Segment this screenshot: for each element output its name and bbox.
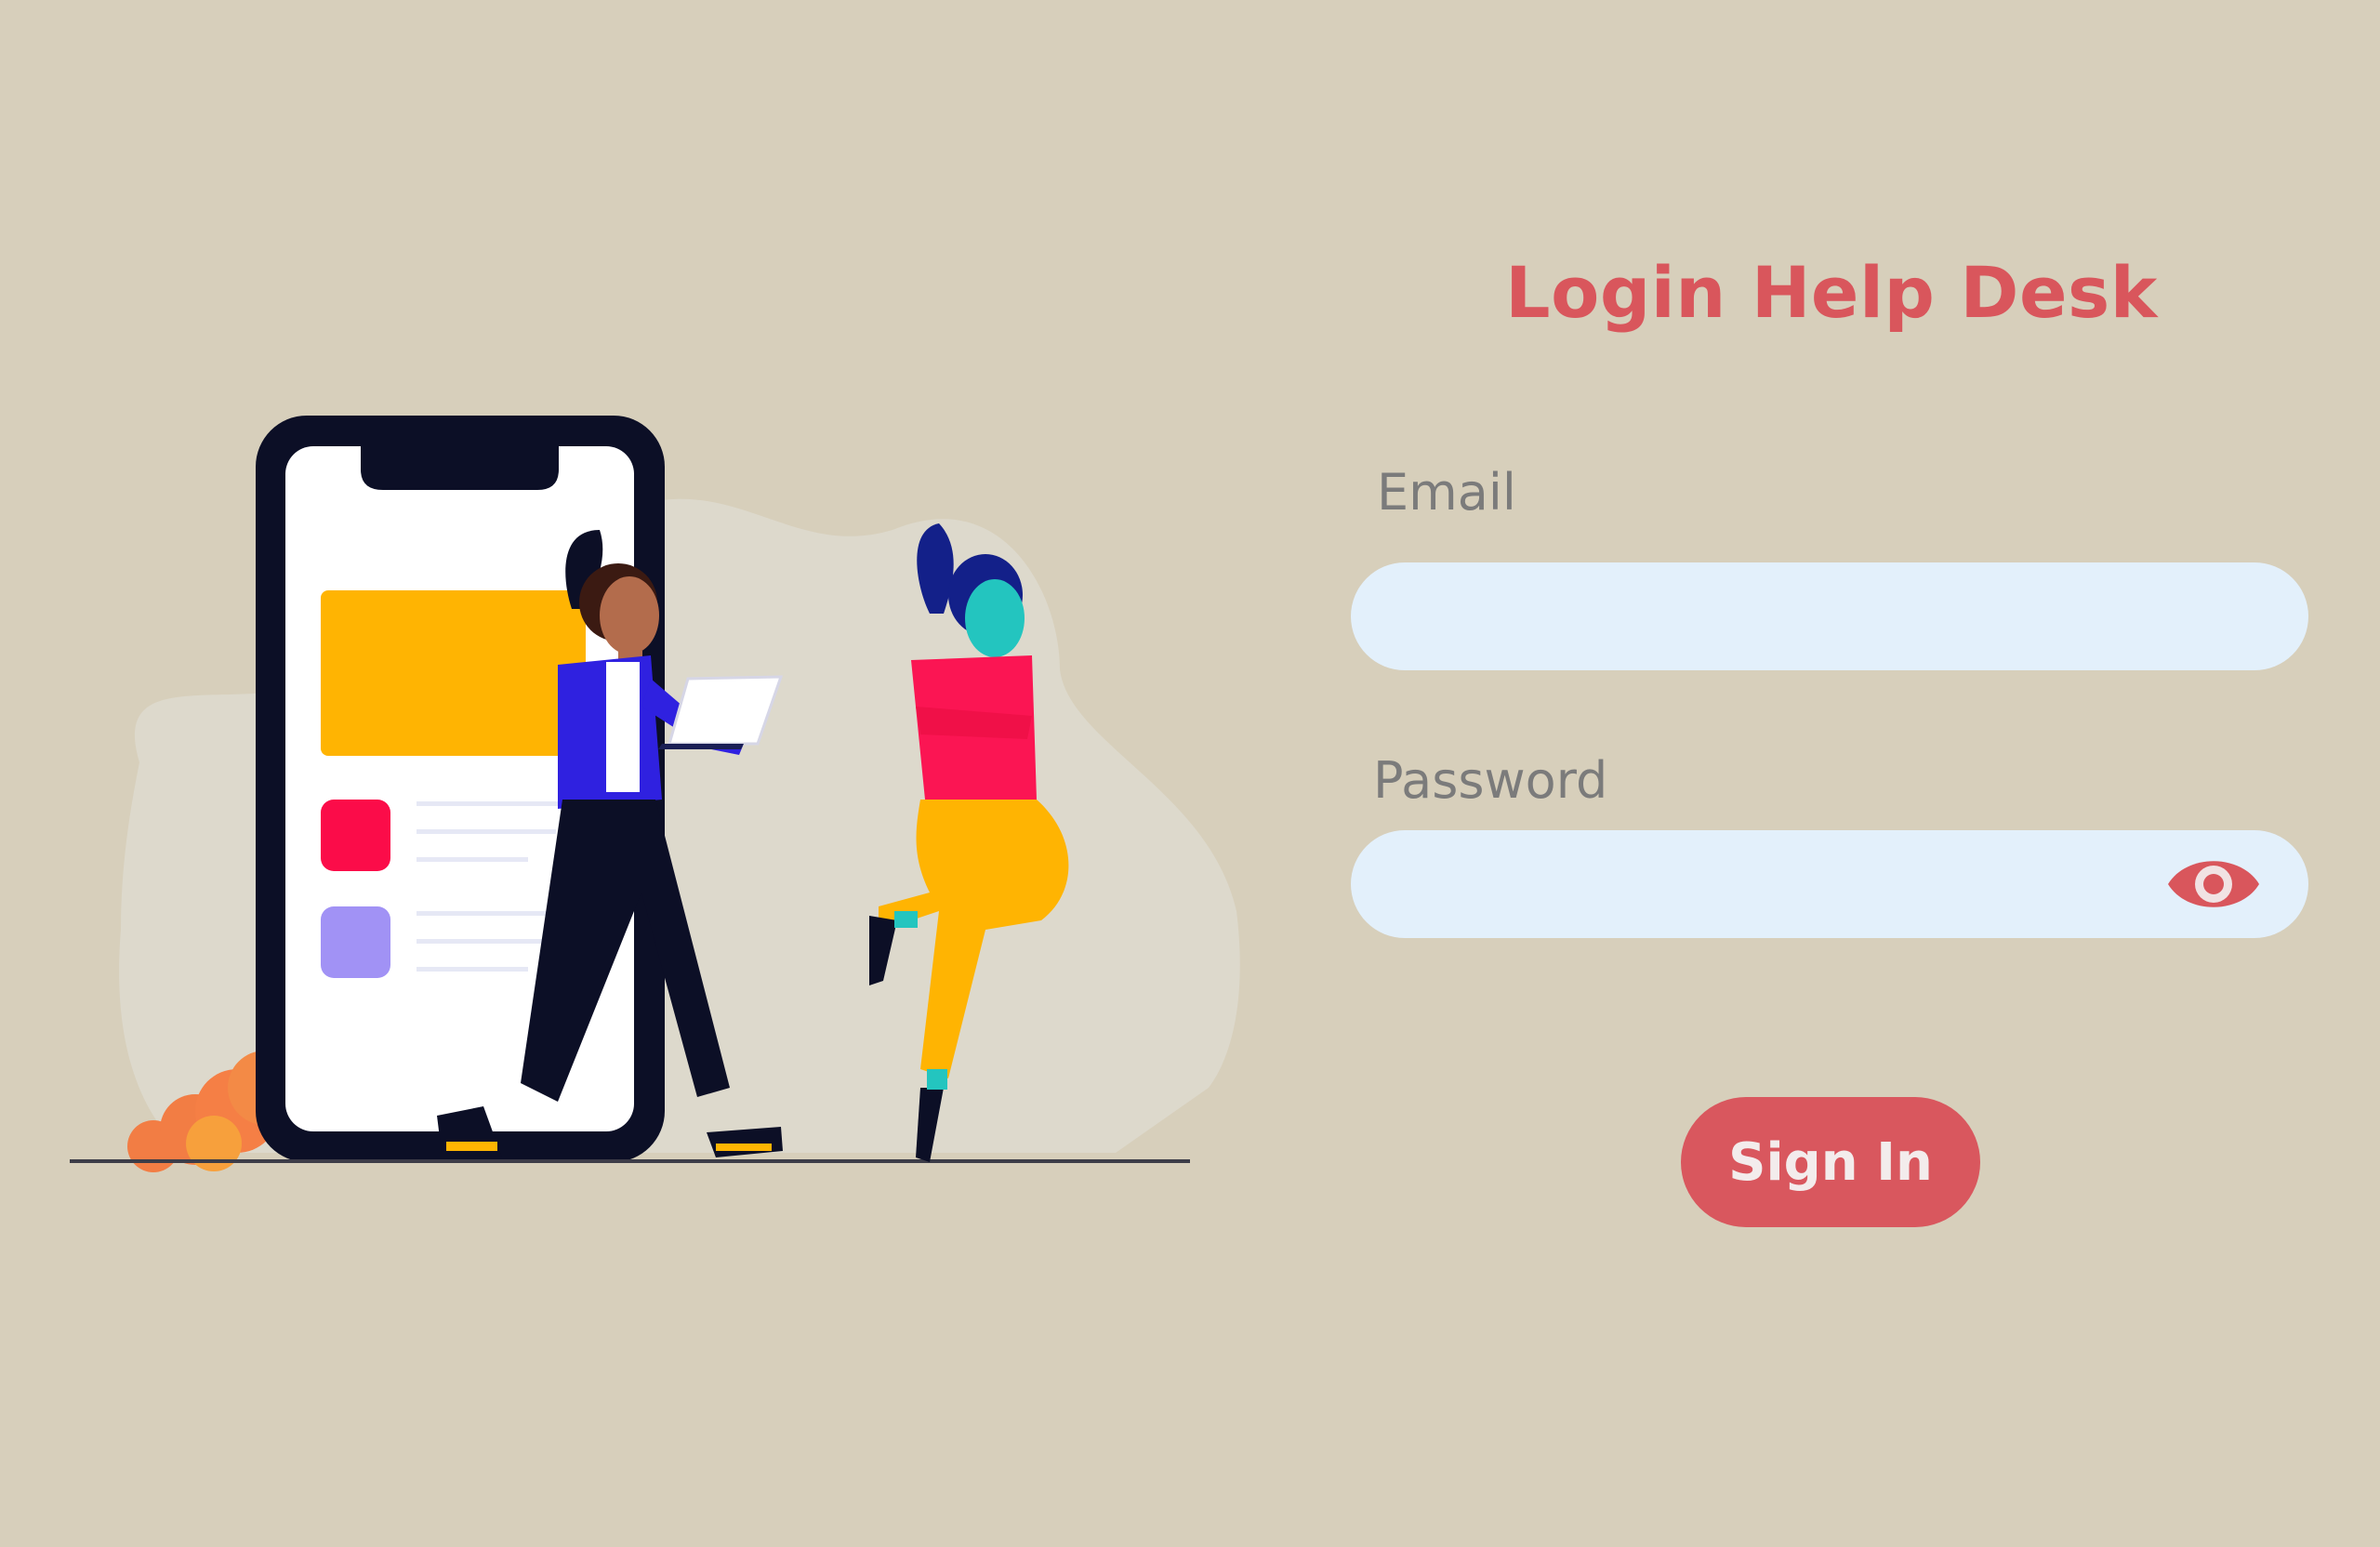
page-title: Login Help Desk	[1505, 251, 2158, 334]
password-visibility-toggle[interactable]	[2166, 848, 2261, 920]
email-input[interactable]	[1351, 562, 2308, 670]
password-input[interactable]	[1351, 830, 2308, 938]
hero-illustration	[0, 0, 1302, 1547]
password-label: Password	[1373, 751, 1608, 810]
eye-icon	[2168, 861, 2259, 907]
email-label: Email	[1377, 463, 1516, 522]
people-phone-illustration	[70, 416, 1240, 1172]
sign-in-button[interactable]: Sign In	[1681, 1097, 1980, 1227]
